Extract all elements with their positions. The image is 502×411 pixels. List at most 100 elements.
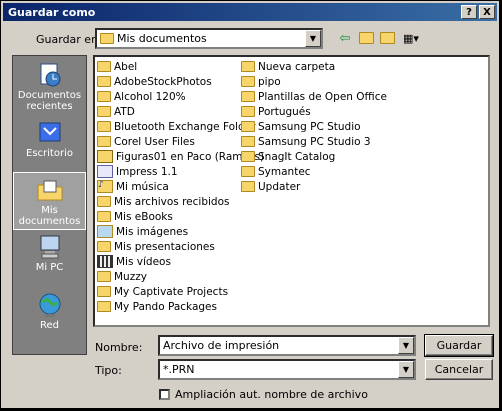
file-list-item[interactable]: Abel xyxy=(97,59,264,74)
folder-icon xyxy=(97,211,111,222)
folder-icon xyxy=(97,271,111,282)
save-as-dialog: Guardar como ? X Guardar en: Mis documen… xyxy=(0,0,500,409)
view-menu-icon[interactable]: ▦▾ xyxy=(399,30,423,46)
desktop-icon xyxy=(35,120,65,146)
places-bar: Documentos recientes Escritorio Mis docu… xyxy=(12,55,87,355)
pictures-folder-icon xyxy=(97,225,113,238)
file-list-item[interactable]: Samsung PC Studio 3 xyxy=(241,134,387,149)
folder-icon xyxy=(241,106,255,117)
file-name: ATD xyxy=(114,105,135,118)
file-list-item[interactable]: pipo xyxy=(241,74,387,89)
videos-folder-icon xyxy=(97,255,113,268)
close-button[interactable]: X xyxy=(479,5,495,19)
place-recent[interactable]: Documentos recientes xyxy=(13,58,86,116)
file-list-item[interactable]: Mis presentaciones xyxy=(97,239,264,254)
save-button[interactable]: Guardar xyxy=(424,334,494,357)
file-list-item[interactable]: Samsung PC Studio xyxy=(241,119,387,134)
filetype-combo[interactable]: *.PRN ▼ xyxy=(158,359,416,380)
folder-icon xyxy=(97,196,111,207)
file-list-item[interactable]: Bluetooth Exchange Folder xyxy=(97,119,264,134)
file-list-item[interactable]: My Pando Packages xyxy=(97,299,264,314)
file-list-item[interactable]: AdobeStockPhotos xyxy=(97,74,264,89)
filename-combo[interactable]: Archivo de impresión ▼ xyxy=(158,335,416,356)
computer-icon xyxy=(35,234,65,260)
file-name: pipo xyxy=(258,75,281,88)
folder-icon xyxy=(97,76,111,87)
place-desktop[interactable]: Escritorio xyxy=(13,116,86,174)
up-folder-icon[interactable] xyxy=(356,30,376,46)
folder-icon xyxy=(241,151,255,162)
file-name: Mis imágenes xyxy=(116,225,189,238)
folder-icon xyxy=(97,286,111,297)
folder-icon xyxy=(97,121,111,132)
help-button[interactable]: ? xyxy=(461,5,477,19)
place-label: Mi PC xyxy=(35,262,64,273)
file-column-2: Nueva carpeta pipo Plantillas de Open Offi… xyxy=(241,59,387,194)
file-name: Impress 1.1 xyxy=(116,165,178,178)
file-list-item[interactable]: Symantec xyxy=(241,164,387,179)
file-name: Updater xyxy=(258,180,301,193)
file-list-item[interactable]: Mis vídeos xyxy=(97,254,264,269)
recent-documents-icon xyxy=(35,62,65,88)
file-name: Mi música xyxy=(116,180,169,193)
title-bar: Guardar como ? X xyxy=(3,3,497,21)
file-list-item[interactable]: ♪ Mi música xyxy=(97,179,264,194)
auto-extension-label: Ampliación aut. nombre de archivo xyxy=(175,388,368,401)
file-name: SnagIt Catalog xyxy=(258,150,336,163)
chevron-down-icon[interactable]: ▼ xyxy=(305,30,321,47)
file-list-item[interactable]: Alcohol 120% xyxy=(97,89,264,104)
file-list-item[interactable]: Portugués xyxy=(241,104,387,119)
folder-icon xyxy=(241,166,255,177)
file-list-item[interactable]: Mis archivos recibidos xyxy=(97,194,264,209)
place-my-pc[interactable]: Mi PC xyxy=(13,230,86,288)
save-in-combo[interactable]: Mis documentos ▼ xyxy=(95,28,323,49)
file-list-item[interactable]: My Captivate Projects xyxy=(97,284,264,299)
filename-label: Nombre: xyxy=(95,341,143,354)
filetype-value: *.PRN xyxy=(163,363,195,376)
save-in-value: Mis documentos xyxy=(117,32,207,45)
file-name: Abel xyxy=(114,60,138,73)
filetype-label: Tipo: xyxy=(95,364,122,377)
file-list-item[interactable]: Mis imágenes xyxy=(97,224,264,239)
place-label: Mis documentos xyxy=(18,205,81,227)
cancel-button[interactable]: Cancelar xyxy=(425,359,493,380)
file-name: Samsung PC Studio 3 xyxy=(258,135,371,148)
auto-extension-checkbox[interactable] xyxy=(159,389,170,400)
file-list-item[interactable]: Muzzy xyxy=(97,269,264,284)
file-name: Samsung PC Studio xyxy=(258,120,361,133)
file-name: Portugués xyxy=(258,105,311,118)
file-list-item[interactable]: SnagIt Catalog xyxy=(241,149,387,164)
place-label: Red xyxy=(40,320,59,331)
folder-icon xyxy=(241,181,255,192)
new-folder-icon[interactable] xyxy=(377,30,397,46)
place-network[interactable]: Red xyxy=(13,288,86,346)
place-label: Documentos recientes xyxy=(17,90,82,112)
folder-icon xyxy=(97,301,111,312)
file-list-item[interactable]: Updater xyxy=(241,179,387,194)
back-icon[interactable]: ⇦ xyxy=(335,30,355,46)
chevron-down-icon[interactable]: ▼ xyxy=(398,361,414,378)
window-title: Guardar como xyxy=(8,5,96,19)
file-name: Muzzy xyxy=(114,270,147,283)
folder-icon xyxy=(97,241,111,252)
file-name: Mis vídeos xyxy=(116,255,171,268)
file-list-item[interactable]: Mis eBooks xyxy=(97,209,264,224)
place-my-documents[interactable]: Mis documentos xyxy=(13,172,86,230)
folder-icon xyxy=(241,61,255,72)
chevron-down-icon[interactable]: ▼ xyxy=(398,337,414,354)
file-list-item[interactable]: Figuras01 en Paco (Ramses) xyxy=(97,149,264,164)
folder-icon xyxy=(97,91,111,102)
folder-icon xyxy=(241,76,255,87)
file-name: Symantec xyxy=(258,165,311,178)
file-list-item[interactable]: ATD xyxy=(97,104,264,119)
filename-input[interactable]: Archivo de impresión xyxy=(160,339,398,352)
file-list-item[interactable]: Corel User Files xyxy=(97,134,264,149)
file-list[interactable]: Abel AdobeStockPhotos Alcohol 120% ATD Bluet… xyxy=(93,55,490,327)
file-name: Mis presentaciones xyxy=(114,240,215,253)
file-list-item[interactable]: Nueva carpeta xyxy=(241,59,387,74)
file-list-item[interactable]: Plantillas de Open Office xyxy=(241,89,387,104)
file-list-item[interactable]: Impress 1.1 xyxy=(97,164,264,179)
file-name: Plantillas de Open Office xyxy=(258,90,387,103)
place-label: Escritorio xyxy=(26,148,73,159)
file-name: Mis archivos recibidos xyxy=(114,195,230,208)
